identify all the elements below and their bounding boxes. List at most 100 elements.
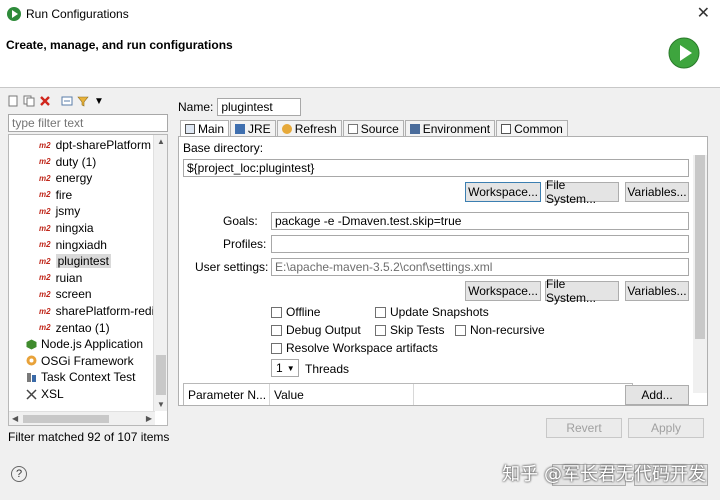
goals-label: Goals: xyxy=(223,214,258,228)
tree-item[interactable]: m2 jsmy xyxy=(39,203,80,219)
tree-item-label: OSGi Framework xyxy=(41,353,134,368)
user-settings-label: User settings: xyxy=(195,260,269,274)
tree-item[interactable]: m2 fire xyxy=(39,187,72,203)
workspace-button-2[interactable]: Workspace... xyxy=(465,281,541,301)
tab-refresh[interactable]: Refresh xyxy=(276,120,342,136)
maven-icon: m2 xyxy=(39,206,51,216)
help-icon[interactable]: ? xyxy=(11,466,27,482)
filter-input[interactable] xyxy=(8,114,168,132)
scroll-up-icon[interactable]: ▲ xyxy=(157,137,165,146)
tree-item[interactable]: m2 plugintest xyxy=(39,253,111,269)
checkbox-box[interactable] xyxy=(455,324,466,336)
parameter-name-column-header[interactable]: Parameter N... xyxy=(184,384,270,405)
variables-button[interactable]: Variables... xyxy=(625,182,689,202)
main-tab-icon xyxy=(185,123,195,134)
main-tab-panel: Base directory: ${project_loc:plugintest… xyxy=(178,136,708,406)
tree-item[interactable]: m2 ningxia xyxy=(39,220,94,236)
watermark: 知乎 @军长君无代码开发 xyxy=(502,464,706,485)
base-directory-input[interactable]: ${project_loc:plugintest} xyxy=(183,159,689,177)
offline-checkbox[interactable]: Offline xyxy=(271,305,320,319)
run-launch-icon xyxy=(668,37,700,69)
scroll-right-icon[interactable]: ▶ xyxy=(146,414,152,423)
scroll-left-icon[interactable]: ◀ xyxy=(12,414,18,423)
maven-icon: m2 xyxy=(39,140,51,150)
apply-button[interactable]: Apply xyxy=(628,418,704,438)
tree-item[interactable]: m2 energy xyxy=(39,170,92,186)
tab-source[interactable]: Source xyxy=(342,120,404,136)
environment-tab-icon xyxy=(409,123,420,134)
checkbox-box[interactable] xyxy=(375,306,386,318)
scrollbar-thumb[interactable] xyxy=(156,355,166,395)
non-recursive-checkbox[interactable]: Non-recursive xyxy=(455,323,545,337)
tree-item[interactable]: OSGi Framework xyxy=(25,353,134,369)
tree-item-label: screen xyxy=(55,287,92,302)
tree-horizontal-scrollbar[interactable]: ◀ ▶ xyxy=(9,411,155,425)
tab-jre[interactable]: JRE xyxy=(230,120,276,136)
tree-item[interactable]: Task Context Test xyxy=(25,369,136,385)
tab-main[interactable]: Main xyxy=(180,120,230,136)
maven-icon: m2 xyxy=(39,240,51,250)
tree-item[interactable]: m2 sharePlatform-redi xyxy=(39,303,154,319)
source-tab-icon xyxy=(347,123,358,134)
add-parameter-button[interactable]: Add... xyxy=(625,385,689,405)
tree-item[interactable]: m2 ningxiadh xyxy=(39,237,107,253)
scrollbar-thumb[interactable] xyxy=(23,415,109,423)
file-system-button[interactable]: File System... xyxy=(545,178,619,206)
filter-config-icon[interactable] xyxy=(76,94,90,108)
checkbox-box[interactable] xyxy=(271,342,282,354)
name-input[interactable]: plugintest xyxy=(217,98,302,116)
tab-common[interactable]: Common xyxy=(496,120,568,136)
maven-icon: m2 xyxy=(39,173,51,183)
chevron-down-icon[interactable]: ▼ xyxy=(92,94,106,108)
update-snapshots-checkbox[interactable]: Update Snapshots xyxy=(375,305,489,319)
skip-tests-checkbox[interactable]: Skip Tests xyxy=(375,323,444,337)
filter-status: Filter matched 92 of 107 items xyxy=(8,430,170,444)
scroll-down-icon[interactable]: ▼ xyxy=(157,400,165,409)
tree-item[interactable]: m2 screen xyxy=(39,286,92,302)
tree-item-label: Node.js Application xyxy=(41,337,144,352)
tree-vertical-scrollbar[interactable]: ▲ ▼ xyxy=(153,135,167,411)
tree-item[interactable]: XSL xyxy=(25,386,64,402)
checkbox-box[interactable] xyxy=(271,306,282,318)
checkbox-box[interactable] xyxy=(271,324,282,336)
workspace-button[interactable]: Workspace... xyxy=(465,182,541,202)
tree-item-label: ningxiadh xyxy=(55,237,107,252)
threads-label: Threads xyxy=(305,362,350,376)
duplicate-config-icon[interactable] xyxy=(22,94,36,108)
tree-item[interactable]: m2 ruian xyxy=(39,270,82,286)
maven-icon: m2 xyxy=(39,273,51,283)
checkbox-box[interactable] xyxy=(375,324,386,336)
tree-item-label: Task Context Test xyxy=(41,370,136,385)
new-config-icon[interactable] xyxy=(6,94,20,108)
osgi-icon xyxy=(25,355,37,367)
collapse-all-icon[interactable] xyxy=(60,94,74,108)
xsl-icon xyxy=(25,388,37,400)
tree-item[interactable]: m2 zentao (1) xyxy=(39,320,110,336)
dialog-heading: Create, manage, and run configurations xyxy=(6,38,233,52)
dialog-header: Create, manage, and run configurations xyxy=(0,28,720,88)
scrollbar-thumb[interactable] xyxy=(695,155,705,339)
user-settings-input[interactable]: E:\apache-maven-3.5.2\conf\settings.xml xyxy=(271,258,689,276)
revert-button[interactable]: Revert xyxy=(546,418,622,438)
maven-icon: m2 xyxy=(39,289,51,299)
goals-input[interactable]: package -e -Dmaven.test.skip=true xyxy=(271,212,689,230)
variables-button-2[interactable]: Variables... xyxy=(625,281,689,301)
resolve-workspace-checkbox[interactable]: Resolve Workspace artifacts xyxy=(271,341,438,355)
file-system-button-2[interactable]: File System... xyxy=(545,277,619,305)
common-tab-icon xyxy=(501,123,512,134)
delete-config-icon[interactable] xyxy=(38,94,52,108)
title-bar: Run Configurations ✕ xyxy=(0,0,720,28)
close-icon[interactable]: ✕ xyxy=(697,3,710,23)
tab-environment[interactable]: Environment xyxy=(404,120,496,136)
debug-output-checkbox[interactable]: Debug Output xyxy=(271,323,361,337)
tree-item-label: sharePlatform-redi xyxy=(55,304,155,318)
panel-vertical-scrollbar[interactable] xyxy=(693,155,707,393)
tree-item[interactable]: m2 duty (1) xyxy=(39,154,96,170)
profiles-input[interactable] xyxy=(271,235,689,253)
parameters-table: Parameter N... Value xyxy=(183,383,633,405)
value-column-header[interactable]: Value xyxy=(270,384,414,405)
task-context-icon xyxy=(25,371,37,383)
tree-item[interactable]: m2 dpt-sharePlatform xyxy=(39,137,151,153)
tree-item[interactable]: Node.js Application xyxy=(25,336,143,352)
threads-dropdown[interactable]: 1 ▼ xyxy=(271,359,299,377)
